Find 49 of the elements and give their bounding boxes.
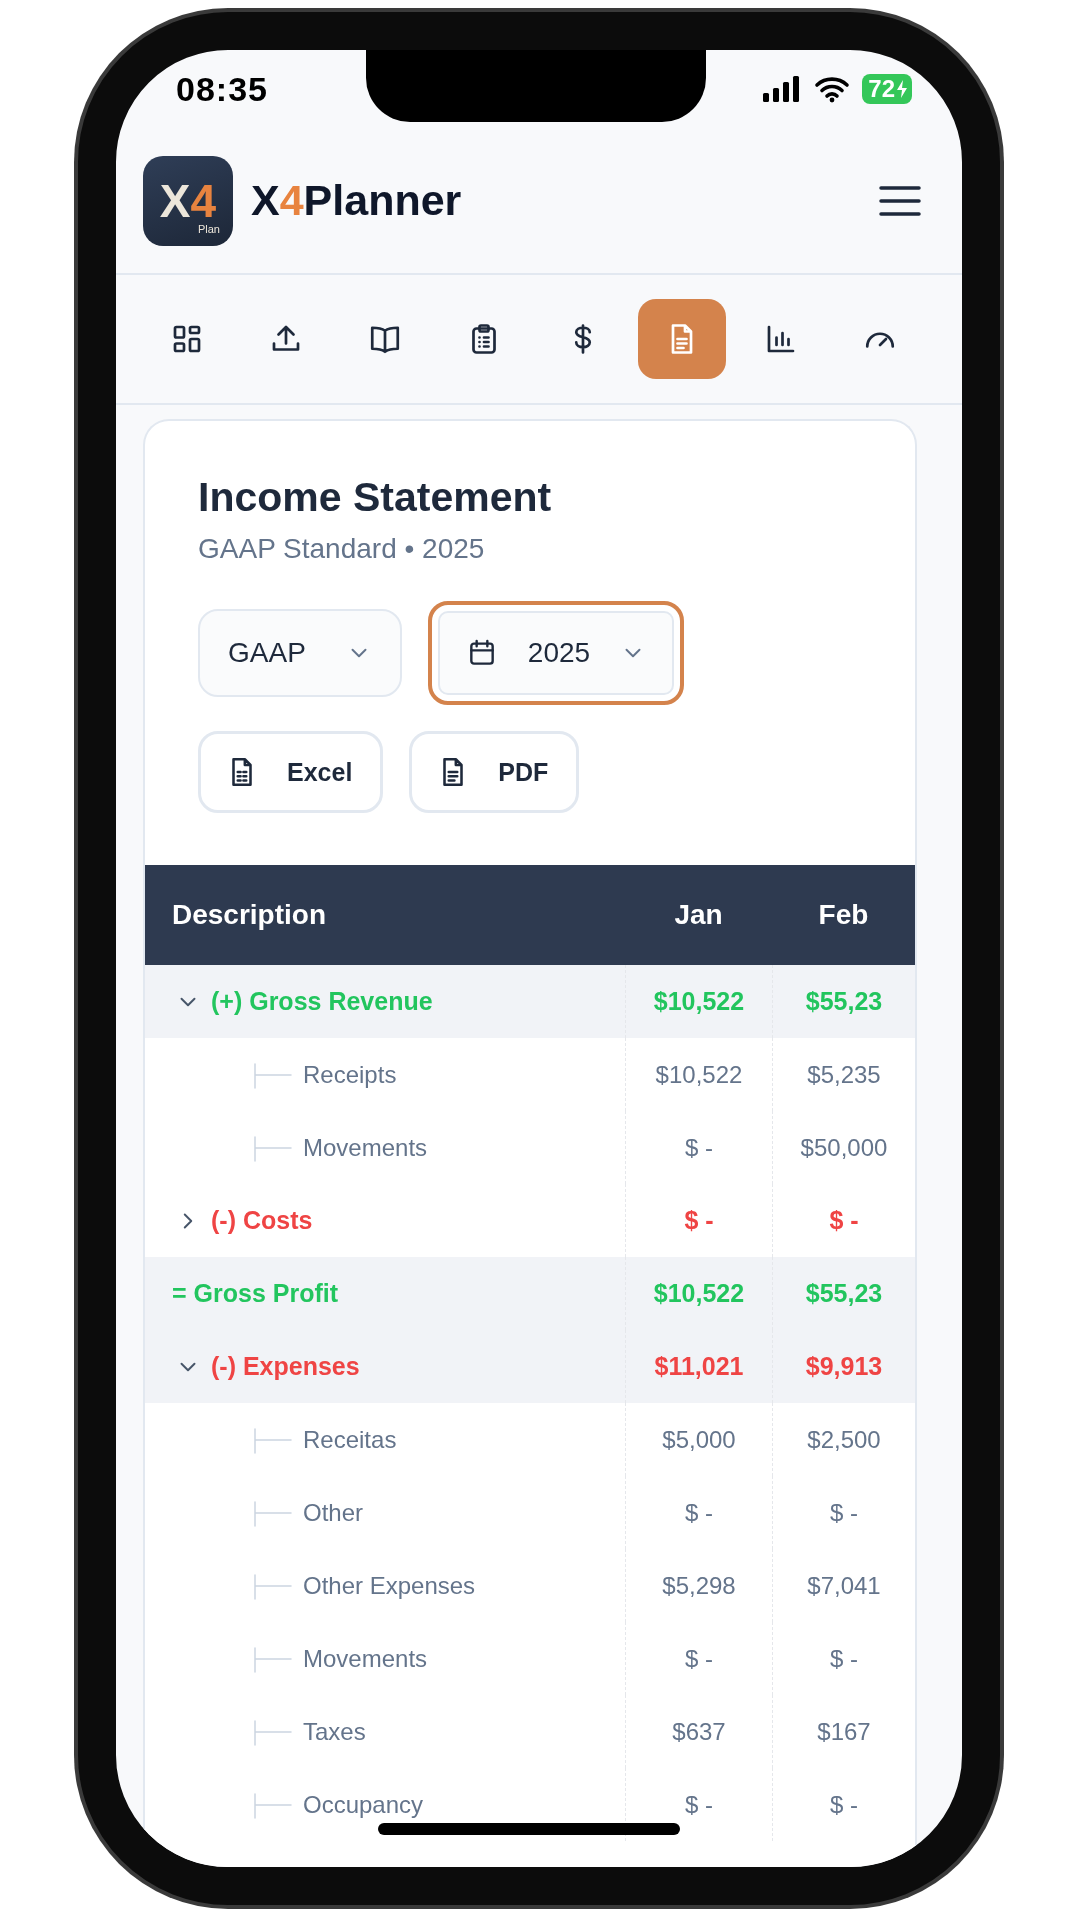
- row-label: Other Expenses: [303, 1571, 476, 1600]
- table-cell: $637: [625, 1695, 772, 1768]
- table-cell: $5,235: [772, 1038, 915, 1111]
- table-cell: $ -: [625, 1476, 772, 1549]
- table-cell: $ -: [625, 1111, 772, 1184]
- row-label: = Gross Profit: [172, 1279, 338, 1308]
- row-label: Receipts: [303, 1060, 397, 1089]
- battery-level: 72: [862, 74, 912, 104]
- row-label: (-) Costs: [211, 1206, 313, 1235]
- status-time: 08:35: [176, 69, 268, 109]
- table-cell: $5,000: [625, 1403, 772, 1476]
- table-cell: $10,522: [625, 1038, 772, 1111]
- table-cell: $5,298: [625, 1549, 772, 1622]
- column-header: Feb: [772, 865, 915, 965]
- app-logo: X4 Plan: [143, 155, 233, 246]
- app-name: X4Planner: [251, 176, 462, 225]
- table-cell: $10,522: [625, 965, 772, 1038]
- table-cell: $9,913: [772, 1330, 915, 1403]
- table-cell: $ -: [772, 1476, 915, 1549]
- menu-icon: [878, 183, 922, 218]
- row-label: Movements: [303, 1644, 428, 1673]
- table-cell: $55,23: [772, 965, 915, 1038]
- export-button[interactable]: Excel: [198, 731, 384, 813]
- wifi-icon: [814, 75, 851, 103]
- table-cell: $2,500: [772, 1403, 915, 1476]
- table-cell: $167: [772, 1695, 915, 1768]
- row-label: Occupancy: [303, 1790, 424, 1819]
- table-cell: $7,041: [772, 1549, 915, 1622]
- row-label: Other: [303, 1498, 364, 1527]
- page-title: Income Statement: [198, 473, 553, 521]
- row-label: Movements: [303, 1133, 428, 1162]
- table-cell: $10,522: [625, 1257, 772, 1330]
- table-cell: $ -: [772, 1768, 915, 1841]
- table-cell: $11,021: [625, 1330, 772, 1403]
- table-cell: $50,000: [772, 1111, 915, 1184]
- row-label: Receitas: [303, 1425, 397, 1454]
- table-cell: $ -: [625, 1622, 772, 1695]
- row-label: (+) Gross Revenue: [211, 987, 433, 1016]
- column-header: Jan: [625, 865, 772, 965]
- table-cell: $55,23: [772, 1257, 915, 1330]
- column-header: Description: [145, 865, 625, 965]
- page-subtitle: GAAP Standard • 2025: [198, 533, 486, 565]
- row-label: (-) Expenses: [211, 1352, 360, 1381]
- table-cell: $ -: [772, 1622, 915, 1695]
- standard-dropdown[interactable]: GAAP: [198, 609, 402, 697]
- year-dropdown[interactable]: 2025: [427, 601, 685, 705]
- export-button[interactable]: PDF: [409, 731, 580, 813]
- menu-button[interactable]: [878, 183, 922, 218]
- row-label: Taxes: [303, 1717, 366, 1746]
